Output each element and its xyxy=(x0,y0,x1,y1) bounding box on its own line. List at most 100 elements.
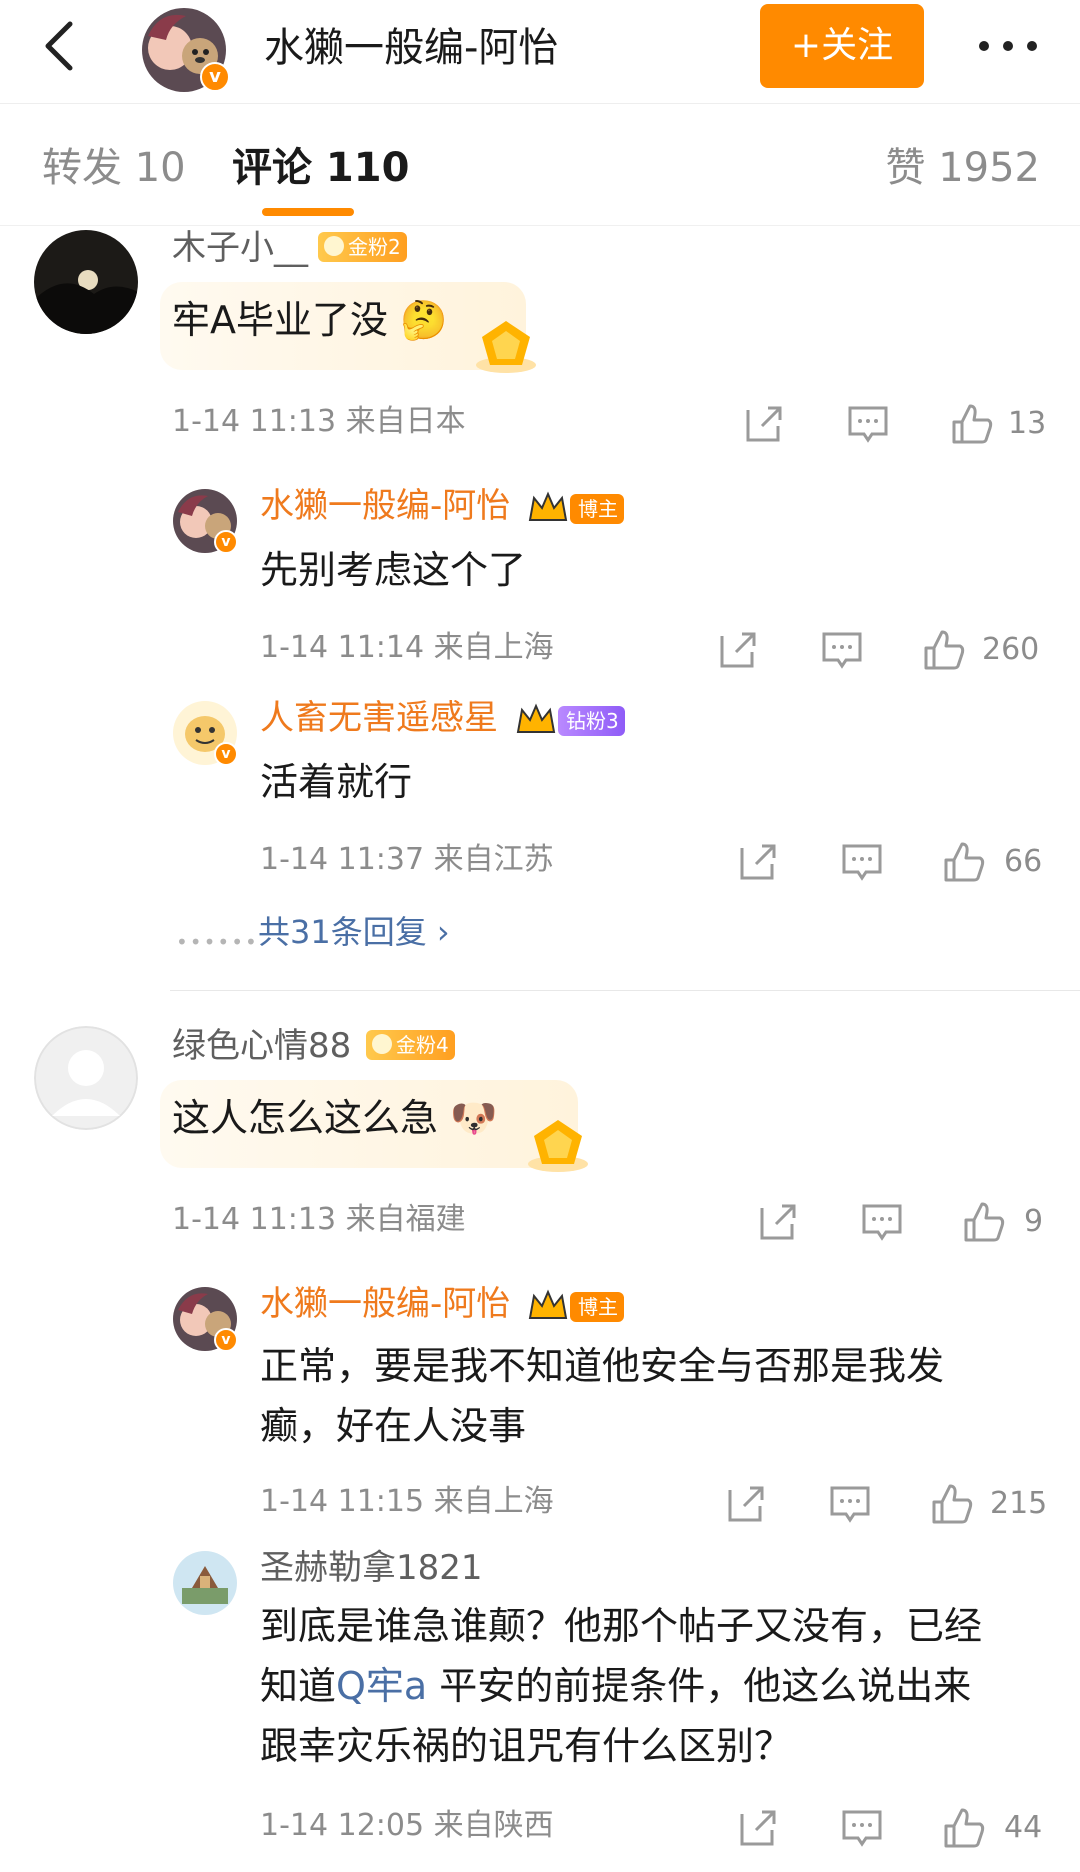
author-badge: 博主 xyxy=(570,1292,624,1322)
crown-icon xyxy=(516,703,556,733)
reply-button[interactable] xyxy=(828,1482,872,1526)
tab-likes[interactable]: 赞 1952 xyxy=(885,140,1040,196)
share-icon xyxy=(760,1204,796,1240)
tab-repost[interactable]: 转发 10 xyxy=(42,140,186,196)
reply-text: 先别考虑这个了 xyxy=(260,548,527,592)
reply-button[interactable] xyxy=(820,628,864,672)
reply-author-name[interactable]: 圣赫勒拿1821 xyxy=(260,1546,483,1590)
follow-button[interactable]: +关注 xyxy=(760,4,924,88)
reply-author-name[interactable]: 人畜无害遥感星 xyxy=(260,696,498,740)
comment-icon xyxy=(862,1204,902,1241)
fan-crown-icon xyxy=(372,1034,392,1054)
fan-level-badge: 钻粉3 xyxy=(558,706,625,736)
reply-meta: 1-14 11:15 来自上海 xyxy=(260,1484,554,1519)
tab-comments[interactable]: 评论 110 xyxy=(232,140,409,196)
dotted-leader: •••••• xyxy=(176,930,259,954)
comment-icon xyxy=(842,844,882,881)
like-count: 66 xyxy=(1004,844,1043,879)
author-badge: 博主 xyxy=(570,494,624,524)
comment-icon xyxy=(842,1810,882,1847)
commenter-name[interactable]: 木子小__ xyxy=(172,226,308,270)
more-options-button[interactable] xyxy=(968,22,1048,70)
active-tab-indicator xyxy=(262,208,354,216)
reply-author-name[interactable]: 水獭一般编-阿怡 xyxy=(260,484,510,528)
thumbs-up-icon xyxy=(932,1484,973,1524)
topic-link[interactable]: Q牢a xyxy=(336,1664,427,1708)
reply-text: 正常，要是我不知道他安全与否那是我发 癫，好在人没事 xyxy=(260,1344,945,1448)
reply-button[interactable] xyxy=(846,402,890,446)
crown-icon xyxy=(528,491,568,521)
reply-avatar[interactable] xyxy=(172,1550,238,1616)
thumbs-up-icon xyxy=(964,1202,1005,1242)
share-icon xyxy=(740,1810,776,1846)
comment-icon xyxy=(830,1486,870,1523)
view-more-replies-link[interactable]: 共31条回复 › xyxy=(258,910,450,954)
fan-medal-icon xyxy=(476,321,536,373)
repost-button[interactable] xyxy=(716,628,760,672)
comment-meta: 1-14 11:13 来自福建 xyxy=(172,1202,466,1237)
crown-icon xyxy=(528,1289,568,1319)
repost-button[interactable] xyxy=(736,840,780,884)
commenter-name[interactable]: 绿色心情88 xyxy=(172,1024,351,1068)
reply-avatar[interactable]: v xyxy=(172,700,238,766)
share-icon xyxy=(720,632,756,668)
share-icon xyxy=(740,844,776,880)
back-button[interactable] xyxy=(30,16,90,76)
verified-badge-icon: v xyxy=(214,1328,238,1352)
comment-icon xyxy=(822,632,862,669)
repost-button[interactable] xyxy=(736,1806,780,1850)
like-count: 215 xyxy=(990,1486,1048,1521)
share-icon xyxy=(728,1486,764,1522)
repost-button[interactable] xyxy=(756,1200,800,1244)
like-count: 260 xyxy=(982,632,1040,667)
reply-avatar[interactable]: v xyxy=(172,488,238,554)
reply-author-name[interactable]: 水獭一般编-阿怡 xyxy=(260,1282,510,1326)
comment-text: 这人怎么这么急 🐶 xyxy=(172,1096,498,1140)
chevron-left-icon xyxy=(45,21,73,71)
commenter-avatar[interactable] xyxy=(34,230,138,334)
more-dots-icon xyxy=(979,41,1037,51)
thinking-emoji-icon: 🤔 xyxy=(400,298,448,342)
reply-avatar[interactable]: v xyxy=(172,1286,238,1352)
fan-level-badge: 金粉4 xyxy=(366,1030,455,1060)
repost-button[interactable] xyxy=(742,402,786,446)
reply-button[interactable] xyxy=(860,1200,904,1244)
like-button[interactable] xyxy=(922,628,966,672)
page-title: 水獭一般编-阿怡 xyxy=(264,25,559,71)
like-button[interactable] xyxy=(962,1200,1006,1244)
reply-meta: 1-14 12:05 来自陕西 xyxy=(260,1808,554,1843)
thumbs-up-icon xyxy=(944,842,985,882)
like-count: 13 xyxy=(1008,406,1047,441)
like-count: 44 xyxy=(1004,1810,1043,1845)
comment-meta: 1-14 11:13 来自日本 xyxy=(172,404,466,439)
like-button[interactable] xyxy=(930,1482,974,1526)
reply-text: 到底是谁急谁颠？他那个帖子又没有，已经 知道Q牢a 平安的前提条件，他这么说出来… xyxy=(260,1604,983,1768)
reply-meta: 1-14 11:37 来自江苏 xyxy=(260,842,554,877)
like-button[interactable] xyxy=(950,402,994,446)
thumbs-up-icon xyxy=(952,404,993,444)
thumbs-up-icon xyxy=(944,1808,985,1848)
comment-icon xyxy=(848,406,888,443)
comment-divider xyxy=(170,990,1080,991)
commenter-avatar[interactable] xyxy=(34,1026,138,1130)
default-avatar-icon xyxy=(34,1026,138,1130)
like-button[interactable] xyxy=(942,840,986,884)
share-icon xyxy=(746,406,782,442)
like-button[interactable] xyxy=(942,1806,986,1850)
reply-meta: 1-14 11:14 来自上海 xyxy=(260,630,554,665)
comment-text: 牢A毕业了没 🤔 xyxy=(172,298,448,342)
verified-badge-icon: v xyxy=(214,742,238,766)
doge-emoji-icon: 🐶 xyxy=(450,1096,498,1140)
fan-level-badge: 金粉2 xyxy=(318,232,407,262)
tab-bar: 转发 10 评论 110 赞 1952 xyxy=(0,104,1080,226)
reply-button[interactable] xyxy=(840,1806,884,1850)
reply-text: 活着就行 xyxy=(260,760,413,804)
thumbs-up-icon xyxy=(924,630,965,670)
top-bar: v 水獭一般编-阿怡 +关注 xyxy=(0,0,1080,104)
fan-crown-icon xyxy=(324,236,344,256)
fan-medal-icon xyxy=(528,1120,588,1172)
repost-button[interactable] xyxy=(724,1482,768,1526)
author-avatar[interactable]: v xyxy=(140,6,236,94)
verified-badge-icon: v xyxy=(214,530,238,554)
reply-button[interactable] xyxy=(840,840,884,884)
